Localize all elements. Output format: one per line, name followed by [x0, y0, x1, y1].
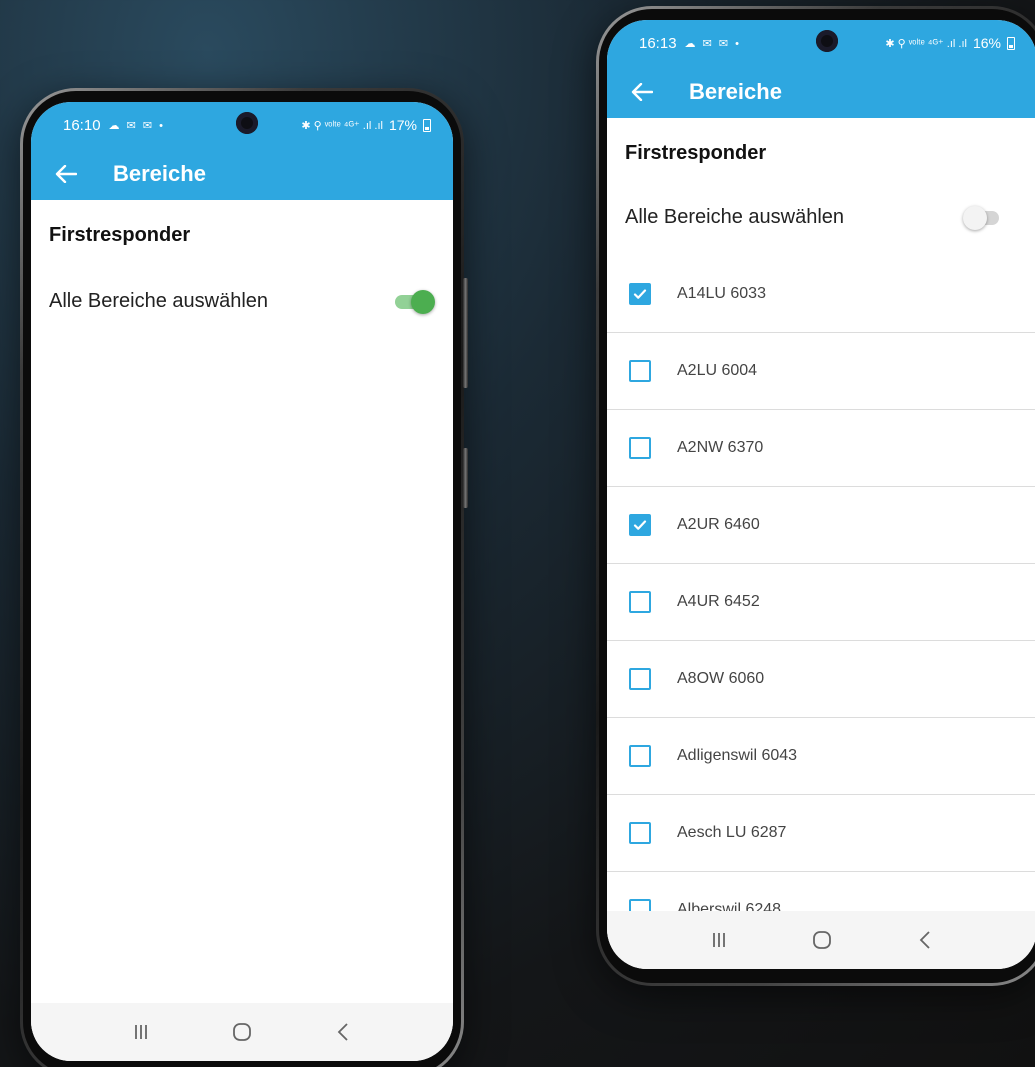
- back-icon[interactable]: [905, 920, 945, 960]
- notification-icons: ☁ ✉ ✉ •: [108, 119, 165, 132]
- recents-icon[interactable]: [699, 920, 739, 960]
- checkbox-checked[interactable]: [629, 514, 651, 536]
- status-right: ✱ ⚲ ᵛᵒˡᵗᵉ ⁴ᴳ⁺ .ıl .ıl 17%: [301, 117, 431, 133]
- select-all-toggle[interactable]: [963, 206, 1005, 230]
- recents-icon[interactable]: [121, 1012, 161, 1052]
- list-item-label: A14LU 6033: [677, 285, 766, 302]
- list-item[interactable]: Adligenswil 6043: [607, 718, 1035, 795]
- toolbar: Bereiche: [31, 148, 453, 200]
- toggle-thumb: [411, 290, 435, 314]
- status-time: 16:13: [639, 34, 677, 52]
- checkbox[interactable]: [629, 591, 651, 613]
- page-title: Bereiche: [113, 161, 206, 186]
- status-bar: 16:10 ☁ ✉ ✉ • ✱ ⚲ ᵛᵒˡᵗᵉ ⁴ᴳ⁺ .ıl .ıl 17%: [31, 102, 453, 148]
- checkbox-checked[interactable]: [629, 283, 651, 305]
- list-item[interactable]: Alberswil 6248: [607, 872, 1035, 911]
- list-item-label: A2UR 6460: [677, 516, 760, 533]
- list-item[interactable]: A8OW 6060: [607, 641, 1035, 718]
- phone-bezel: 16:10 ☁ ✉ ✉ • ✱ ⚲ ᵛᵒˡᵗᵉ ⁴ᴳ⁺ .ıl .ıl 17% …: [23, 91, 461, 1067]
- content: Firstresponder Alle Bereiche auswählen: [31, 200, 453, 1003]
- list-item[interactable]: Aesch LU 6287: [607, 795, 1035, 872]
- app-header: 16:10 ☁ ✉ ✉ • ✱ ⚲ ᵛᵒˡᵗᵉ ⁴ᴳ⁺ .ıl .ıl 17% …: [31, 102, 453, 200]
- checkbox[interactable]: [629, 745, 651, 767]
- select-all-label: Alle Bereiche auswählen: [49, 289, 269, 312]
- status-bar: 16:13 ☁ ✉ ✉ • ✱ ⚲ ᵛᵒˡᵗᵉ ⁴ᴳ⁺ .ıl .ıl 16%: [607, 20, 1035, 66]
- select-all-row[interactable]: Alle Bereiche auswählen: [607, 178, 1035, 256]
- select-all-label: Alle Bereiche auswählen: [625, 205, 845, 228]
- section-title: Firstresponder: [49, 224, 191, 246]
- power-button: [463, 448, 468, 508]
- front-camera: [816, 30, 838, 52]
- system-nav-bar: [31, 1003, 453, 1061]
- checkbox[interactable]: [629, 668, 651, 690]
- system-nav-bar: [607, 911, 1035, 969]
- battery-percent: 16%: [972, 35, 1001, 51]
- back-arrow-icon[interactable]: [51, 159, 81, 189]
- home-icon[interactable]: [222, 1012, 262, 1052]
- list-item[interactable]: A2NW 6370: [607, 410, 1035, 487]
- list-item-label: Adligenswil 6043: [677, 747, 798, 764]
- list-item-label: A2LU 6004: [677, 362, 758, 379]
- content: Firstresponder Alle Bereiche auswählen A…: [607, 118, 1035, 911]
- battery-icon: [1007, 36, 1015, 50]
- phone-bezel: 16:13 ☁ ✉ ✉ • ✱ ⚲ ᵛᵒˡᵗᵉ ⁴ᴳ⁺ .ıl .ıl 16% …: [599, 9, 1035, 983]
- signal-icons: ✱ ⚲ ᵛᵒˡᵗᵉ ⁴ᴳ⁺ .ıl .ıl: [301, 119, 383, 132]
- list-item-label: Alberswil 6248: [677, 901, 782, 911]
- signal-icons: ✱ ⚲ ᵛᵒˡᵗᵉ ⁴ᴳ⁺ .ıl .ıl: [885, 37, 967, 50]
- back-icon[interactable]: [323, 1012, 363, 1052]
- toolbar: Bereiche: [607, 66, 1035, 118]
- list-item-label: A8OW 6060: [677, 670, 765, 687]
- volume-button: [463, 278, 468, 388]
- back-arrow-icon[interactable]: [627, 77, 657, 107]
- notification-icons: ☁ ✉ ✉ •: [684, 37, 741, 50]
- list-item[interactable]: A2LU 6004: [607, 333, 1035, 410]
- list-item-label: A4UR 6452: [677, 593, 760, 610]
- phone-right: 16:13 ☁ ✉ ✉ • ✱ ⚲ ᵛᵒˡᵗᵉ ⁴ᴳ⁺ .ıl .ıl 16% …: [596, 6, 1035, 986]
- screen: 16:10 ☁ ✉ ✉ • ✱ ⚲ ᵛᵒˡᵗᵉ ⁴ᴳ⁺ .ıl .ıl 17% …: [31, 102, 453, 1061]
- screen: 16:13 ☁ ✉ ✉ • ✱ ⚲ ᵛᵒˡᵗᵉ ⁴ᴳ⁺ .ıl .ıl 16% …: [607, 20, 1035, 969]
- status-time: 16:10: [63, 116, 101, 134]
- battery-icon: [423, 118, 431, 132]
- checkbox[interactable]: [629, 437, 651, 459]
- select-all-toggle[interactable]: [395, 290, 435, 314]
- checkbox[interactable]: [629, 899, 651, 911]
- status-right: ✱ ⚲ ᵛᵒˡᵗᵉ ⁴ᴳ⁺ .ıl .ıl 16%: [885, 35, 1015, 51]
- list-item-label: Aesch LU 6287: [677, 824, 787, 841]
- check-icon: [633, 289, 647, 299]
- phone-left: 16:10 ☁ ✉ ✉ • ✱ ⚲ ᵛᵒˡᵗᵉ ⁴ᴳ⁺ .ıl .ıl 17% …: [20, 88, 468, 1067]
- list-item[interactable]: A14LU 6033: [607, 256, 1035, 333]
- select-all-row[interactable]: Alle Bereiche auswählen: [31, 260, 453, 342]
- home-icon[interactable]: [802, 920, 842, 960]
- battery-percent: 17%: [388, 117, 417, 133]
- front-camera: [236, 112, 258, 134]
- toggle-thumb: [963, 206, 987, 230]
- list-item[interactable]: A2UR 6460: [607, 487, 1035, 564]
- checkbox[interactable]: [629, 822, 651, 844]
- checkbox[interactable]: [629, 360, 651, 382]
- list-item[interactable]: A4UR 6452: [607, 564, 1035, 641]
- app-header: 16:13 ☁ ✉ ✉ • ✱ ⚲ ᵛᵒˡᵗᵉ ⁴ᴳ⁺ .ıl .ıl 16% …: [607, 20, 1035, 118]
- check-icon: [633, 520, 647, 530]
- list-item-label: A2NW 6370: [677, 439, 764, 456]
- page-title: Bereiche: [689, 79, 782, 104]
- area-list: A14LU 6033 A2LU 6004 A2NW 6370 A2UR 6460 A4U…: [607, 256, 1035, 911]
- section-title: Firstresponder: [625, 142, 767, 164]
